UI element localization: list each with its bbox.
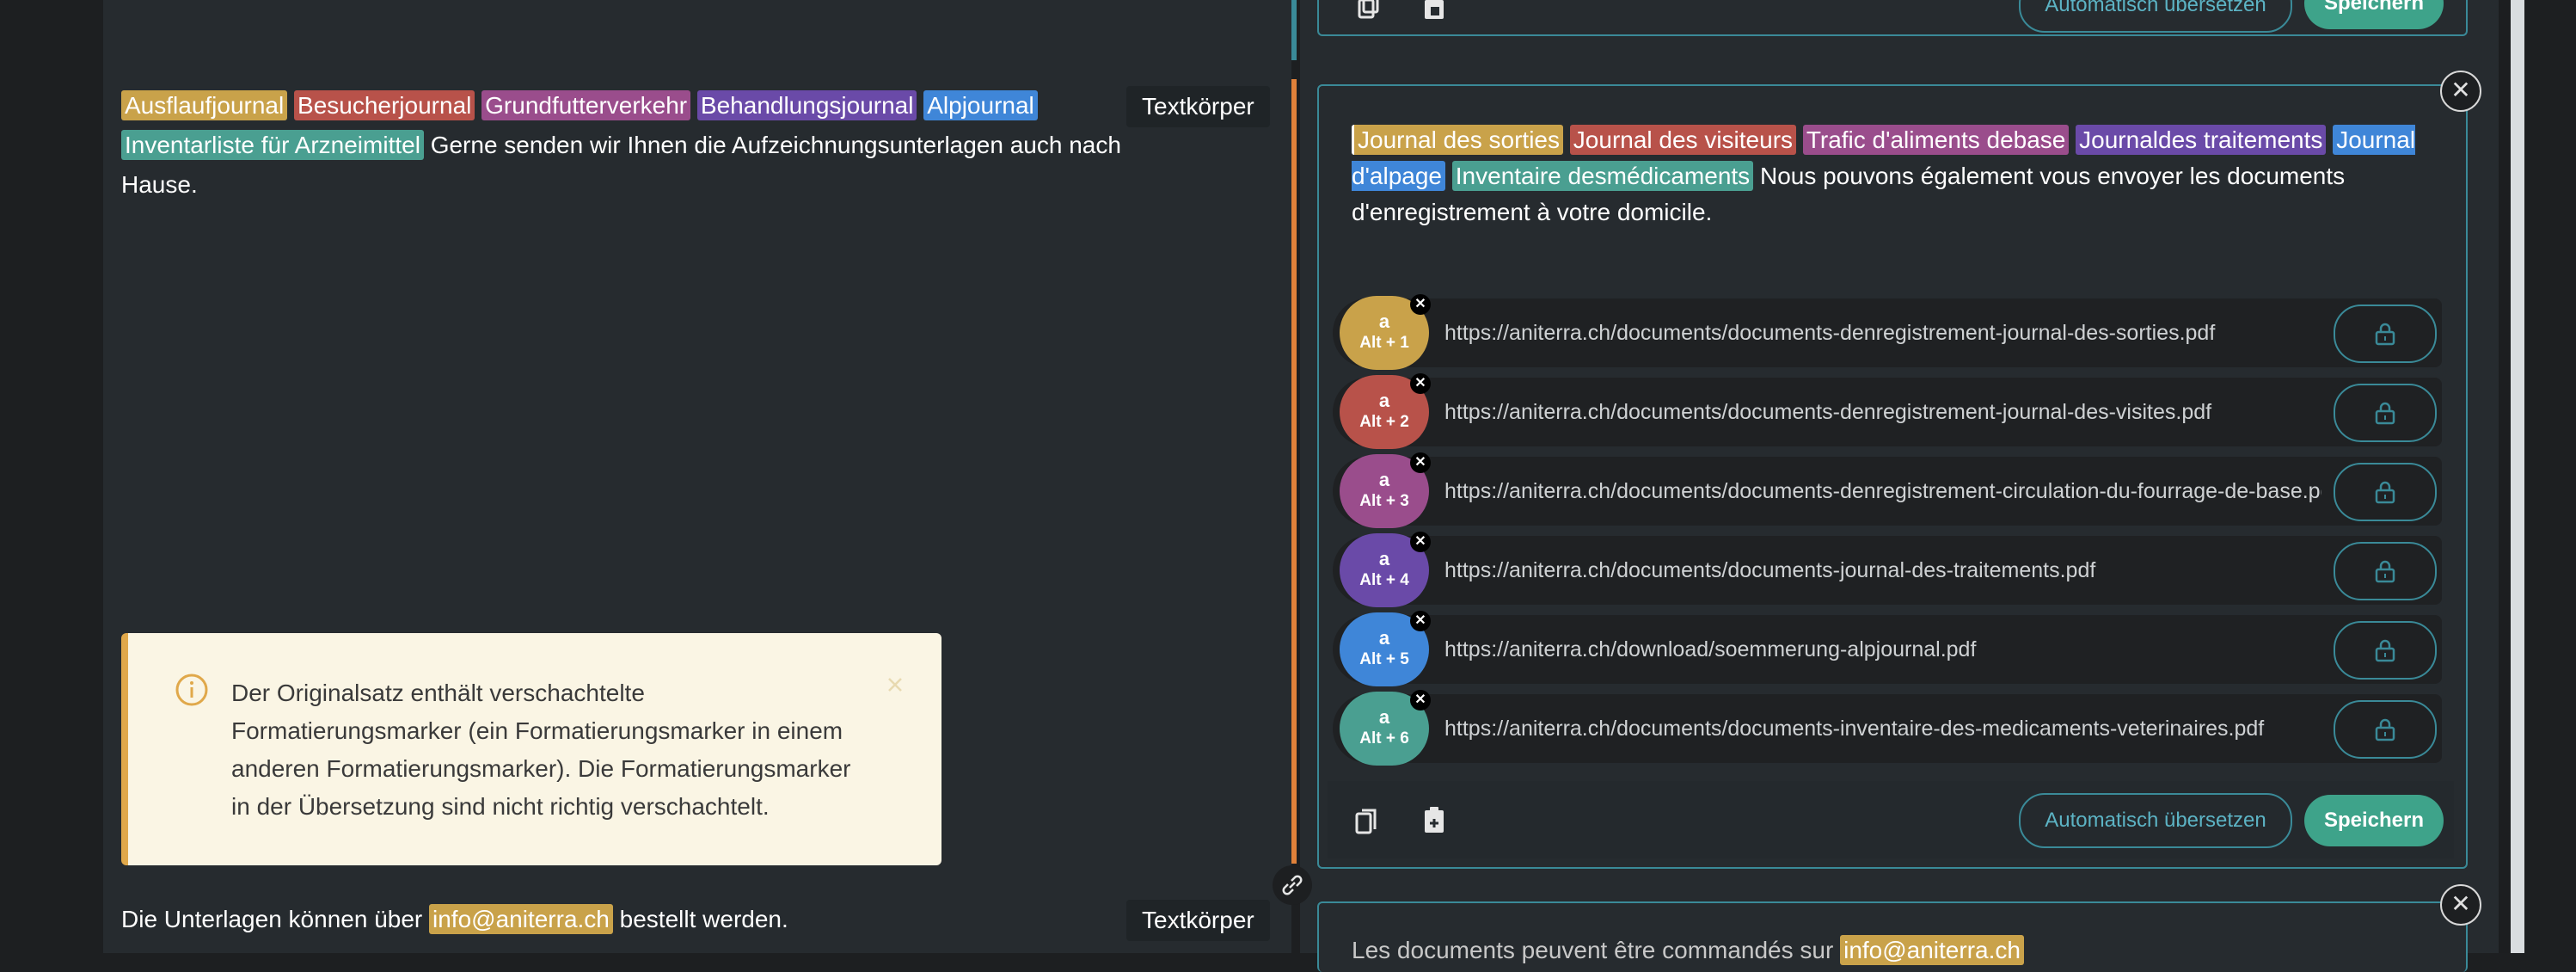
lock-icon — [2375, 481, 2395, 504]
next-target-text[interactable]: Les documents peuvent être commandés sur… — [1352, 932, 2418, 969]
link-url-2[interactable]: https://aniterra.ch/documents/documents-… — [1444, 400, 2321, 425]
lock-button-1[interactable] — [2334, 305, 2437, 363]
next-target-text-before: Les documents peuvent être commandés sur — [1352, 937, 1834, 963]
auto-translate-button-prev[interactable]: Automatisch übersetzen — [2019, 0, 2292, 33]
scrollbar-thumb[interactable] — [2511, 0, 2524, 953]
paste-button[interactable] — [1422, 805, 1448, 834]
segment-type-tag-2: Textkörper — [1126, 900, 1270, 941]
source-marker-3: Grundfutterverkehr — [481, 90, 691, 120]
segment-divider-active — [1291, 79, 1297, 864]
segment-type-tag-1: Textkörper — [1126, 86, 1270, 127]
copy-icon — [1358, 0, 1379, 19]
lock-button-6[interactable] — [2334, 700, 2437, 759]
lock-button-2[interactable] — [2334, 384, 2437, 442]
segment-divider-top — [1291, 0, 1297, 60]
lock-icon — [2375, 639, 2395, 662]
close-card-button[interactable]: ✕ — [2440, 71, 2481, 112]
lock-button-4[interactable] — [2334, 542, 2437, 600]
copy-source-button-prev[interactable] — [1352, 0, 1381, 21]
link-url-5[interactable]: https://aniterra.ch/download/soemmerung-… — [1444, 637, 2321, 662]
source-text: Die Unterlagen können über — [121, 906, 423, 932]
target-marker-1: Journal des sorties — [1352, 125, 1564, 155]
source-text: bestellt werden. — [619, 906, 788, 932]
warning-message: Der Originalsatz enthält verschachtelte … — [231, 680, 851, 820]
copy-source-button[interactable] — [1352, 805, 1381, 836]
remove-link-2[interactable]: ✕ — [1410, 373, 1431, 394]
lock-icon — [2375, 560, 2395, 583]
remove-link-6[interactable]: ✕ — [1410, 690, 1431, 711]
link-icon — [1282, 875, 1303, 895]
remove-link-3[interactable]: ✕ — [1410, 452, 1431, 473]
link-url-3[interactable]: https://aniterra.ch/documents/documents-… — [1444, 479, 2321, 504]
source-segment-2[interactable]: Die Unterlagen können über info@aniterra… — [121, 900, 1136, 939]
target-marker-4: Journaldes traitements — [2076, 125, 2327, 155]
warning-close-button[interactable] — [881, 671, 909, 698]
paste-icon — [1425, 807, 1444, 833]
lock-icon — [2375, 402, 2395, 425]
remove-link-4[interactable]: ✕ — [1410, 532, 1431, 552]
target-marker-6: Inventaire desmédicaments — [1451, 161, 1754, 191]
paste-button-prev[interactable] — [1422, 0, 1448, 21]
source-marker-5: Alpjournal — [923, 90, 1038, 120]
lock-button-3[interactable] — [2334, 463, 2437, 521]
next-target-marker-email: info@aniterra.ch — [1840, 935, 2024, 965]
paste-icon — [1425, 0, 1444, 19]
source-marker-6: Inventarliste für Arzneimittel — [121, 130, 424, 160]
auto-translate-button[interactable]: Automatisch übersetzen — [2019, 793, 2292, 848]
link-url-1[interactable]: https://aniterra.ch/documents/documents-… — [1444, 321, 2321, 346]
save-button[interactable]: Speichern — [2304, 795, 2444, 846]
source-marker-2: Besucherjournal — [294, 90, 475, 120]
remove-link-5[interactable]: ✕ — [1410, 611, 1431, 631]
lock-icon — [2375, 718, 2395, 741]
previous-target-card — [1317, 0, 2468, 36]
save-button-prev[interactable]: Speichern — [2304, 0, 2444, 29]
source-marker-1: Ausflaufjournal — [121, 90, 288, 120]
source-marker-email: info@aniterra.ch — [429, 904, 613, 934]
target-editor[interactable]: Journal des sorties Journal des visiteur… — [1352, 122, 2418, 231]
link-url-6[interactable]: https://aniterra.ch/documents/documents-… — [1444, 717, 2321, 741]
link-url-4[interactable]: https://aniterra.ch/documents/documents-… — [1444, 558, 2321, 583]
lock-button-5[interactable] — [2334, 621, 2437, 680]
source-marker-4: Behandlungsjournal — [696, 90, 917, 120]
target-marker-3: Trafic d'aliments debase — [1802, 125, 2070, 155]
remove-link-1[interactable]: ✕ — [1410, 294, 1431, 315]
nesting-warning: Der Originalsatz enthält verschachtelte … — [121, 633, 941, 865]
info-icon — [175, 674, 208, 706]
link-button[interactable] — [1273, 865, 1312, 905]
source-segment-1[interactable]: Ausflaufjournal Besucherjournal Grundfut… — [121, 86, 1136, 205]
close-icon — [888, 678, 902, 692]
close-next-card-button[interactable]: ✕ — [2440, 884, 2481, 926]
lock-icon — [2375, 323, 2395, 346]
scrollbar-track[interactable] — [2499, 0, 2511, 953]
target-marker-2: Journal des visiteurs — [1569, 125, 1797, 155]
copy-icon — [1355, 809, 1377, 834]
